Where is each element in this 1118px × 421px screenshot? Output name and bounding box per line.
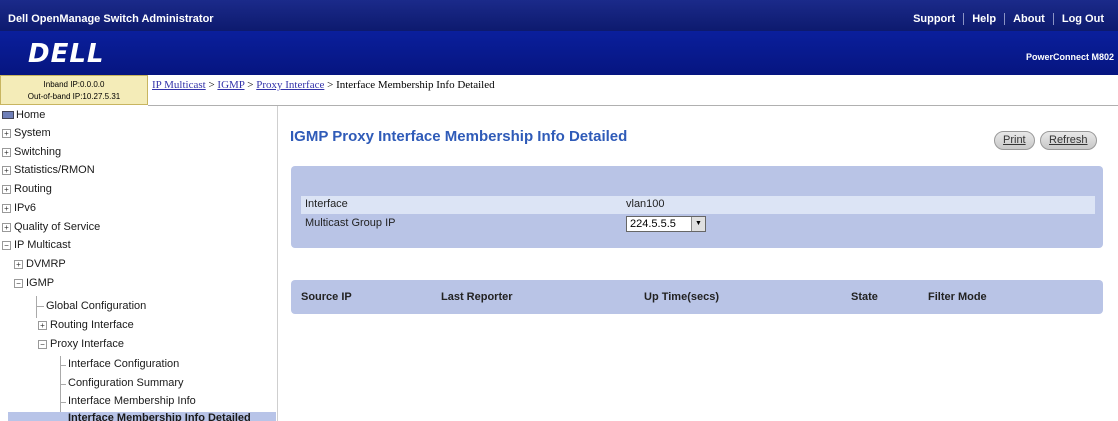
breadcrumb-separator: >: [205, 79, 218, 91]
column-header-source-ip: Source IP: [301, 291, 352, 303]
column-header-up-time: Up Time(secs): [644, 291, 719, 303]
expand-icon[interactable]: +: [38, 320, 47, 330]
dropdown-arrow-icon[interactable]: ▼: [691, 217, 705, 231]
top-title-bar: Dell OpenManage Switch Administrator Sup…: [0, 0, 1118, 31]
breadcrumb-ip-multicast[interactable]: IP Multicast: [152, 79, 206, 91]
sidebar-item-proxy-interface[interactable]: − Proxy Interface: [38, 338, 124, 350]
source-table-header: Source IP Last Reporter Up Time(secs) St…: [291, 280, 1103, 314]
interface-value: vlan100: [626, 198, 665, 210]
column-header-last-reporter: Last Reporter: [441, 291, 513, 303]
sidebar-item-label: Proxy Interface: [50, 338, 124, 350]
tree-connector: [60, 384, 66, 385]
about-link[interactable]: About: [1004, 13, 1053, 25]
sidebar-item-configuration-summary[interactable]: Configuration Summary: [68, 377, 184, 389]
sidebar-item-label: IP Multicast: [14, 239, 71, 251]
sidebar-item-home[interactable]: Home: [2, 109, 45, 121]
sidebar-item-interface-configuration[interactable]: Interface Configuration: [68, 358, 179, 370]
membership-details-panel: Interface vlan100 Multicast Group IP 224…: [291, 166, 1103, 248]
sidebar-item-statistics[interactable]: + Statistics/RMON: [2, 164, 95, 176]
expand-icon[interactable]: +: [2, 128, 11, 138]
ip-info-box: Inband IP:0.0.0.0 Out-of-band IP:10.27.5…: [0, 75, 148, 105]
sidebar-item-label: Routing Interface: [50, 319, 134, 331]
sidebar-item-label: System: [14, 127, 51, 139]
tree-connector: [36, 306, 44, 307]
sidebar-tree: Home + System + Switching + Statistics/RMON…: [0, 106, 278, 421]
multicast-group-row: Multicast Group IP 224.5.5.5 ▼: [301, 215, 1095, 233]
sidebar-item-routing[interactable]: + Routing: [2, 183, 52, 195]
logout-link[interactable]: Log Out: [1052, 13, 1112, 25]
sidebar-item-label: DVMRP: [26, 258, 66, 270]
expand-icon[interactable]: +: [2, 203, 11, 213]
dell-logo: DELL: [28, 39, 105, 69]
print-button[interactable]: Print: [994, 131, 1035, 150]
sidebar-item-label: Statistics/RMON: [14, 164, 95, 176]
tree-connector: [60, 365, 66, 366]
multicast-group-value: 224.5.5.5: [630, 218, 676, 230]
multicast-group-label: Multicast Group IP: [305, 217, 396, 229]
sidebar-item-label: IGMP: [26, 277, 55, 289]
breadcrumb-igmp[interactable]: IGMP: [217, 79, 244, 91]
tree-connector: [60, 402, 66, 403]
sidebar-item-label: Interface Membership Info: [68, 395, 196, 407]
collapse-icon[interactable]: −: [38, 339, 47, 349]
sidebar-item-ipv6[interactable]: + IPv6: [2, 202, 36, 214]
sidebar-item-routing-interface[interactable]: + Routing Interface: [38, 319, 134, 331]
collapse-icon[interactable]: −: [2, 240, 11, 250]
inband-ip: Inband IP:0.0.0.0: [43, 80, 105, 89]
home-icon: [2, 111, 14, 120]
main-content: IGMP Proxy Interface Membership Info Det…: [280, 106, 1118, 421]
breadcrumb-current: Interface Membership Info Detailed: [336, 79, 495, 91]
column-header-filter-mode: Filter Mode: [928, 291, 987, 303]
multicast-group-select[interactable]: 224.5.5.5 ▼: [626, 216, 706, 232]
sidebar-item-label: Interface Membership Info Detailed: [68, 412, 251, 421]
tree-connector: [36, 296, 37, 318]
top-links: Support Help About Log Out: [905, 13, 1112, 25]
page-title: IGMP Proxy Interface Membership Info Det…: [290, 128, 628, 145]
outband-ip: Out-of-band IP:10.27.5.31: [27, 92, 121, 101]
sidebar-item-dvmrp[interactable]: + DVMRP: [14, 258, 66, 270]
sidebar-item-label: Home: [16, 109, 46, 121]
logo-bar: DELL PowerConnect M802: [0, 31, 1118, 75]
sidebar-item-switching[interactable]: + Switching: [2, 146, 61, 158]
interface-label: Interface: [305, 198, 348, 210]
breadcrumb-separator: >: [244, 79, 257, 91]
expand-icon[interactable]: +: [2, 147, 11, 157]
sidebar-item-ip-multicast[interactable]: − IP Multicast: [2, 239, 71, 251]
refresh-button[interactable]: Refresh: [1040, 131, 1097, 150]
expand-icon[interactable]: +: [14, 259, 23, 269]
sidebar-item-interface-membership-info-detailed[interactable]: Interface Membership Info Detailed: [8, 412, 276, 421]
sidebar-item-label: Routing: [14, 183, 52, 195]
breadcrumb: IP Multicast > IGMP > Proxy Interface > …: [152, 79, 495, 91]
breadcrumb-separator: >: [324, 79, 337, 91]
sidebar-item-label: Interface Configuration: [68, 358, 180, 370]
sidebar-item-interface-membership-info[interactable]: Interface Membership Info: [68, 395, 196, 407]
expand-icon[interactable]: +: [2, 184, 11, 194]
collapse-icon[interactable]: −: [14, 278, 23, 288]
sidebar-item-system[interactable]: + System: [2, 127, 51, 139]
sidebar-item-igmp[interactable]: − IGMP: [14, 277, 54, 289]
sidebar-item-label: Switching: [14, 146, 62, 158]
app-title: Dell OpenManage Switch Administrator: [8, 13, 214, 25]
expand-icon[interactable]: +: [2, 222, 11, 232]
product-name: PowerConnect M802: [1025, 52, 1114, 62]
sidebar-item-qos[interactable]: + Quality of Service: [2, 221, 100, 233]
support-link[interactable]: Support: [905, 13, 963, 25]
sidebar-item-label: IPv6: [14, 202, 37, 214]
sidebar-item-label: Global Configuration: [46, 300, 147, 312]
breadcrumb-proxy-interface[interactable]: Proxy Interface: [256, 79, 324, 91]
expand-icon[interactable]: +: [2, 165, 11, 175]
interface-row: Interface vlan100: [301, 196, 1095, 214]
sidebar-item-label: Quality of Service: [14, 221, 101, 233]
sidebar-item-global-configuration[interactable]: Global Configuration: [46, 300, 146, 312]
help-link[interactable]: Help: [963, 13, 1004, 25]
column-header-state: State: [851, 291, 878, 303]
sidebar-item-label: Configuration Summary: [68, 377, 184, 389]
